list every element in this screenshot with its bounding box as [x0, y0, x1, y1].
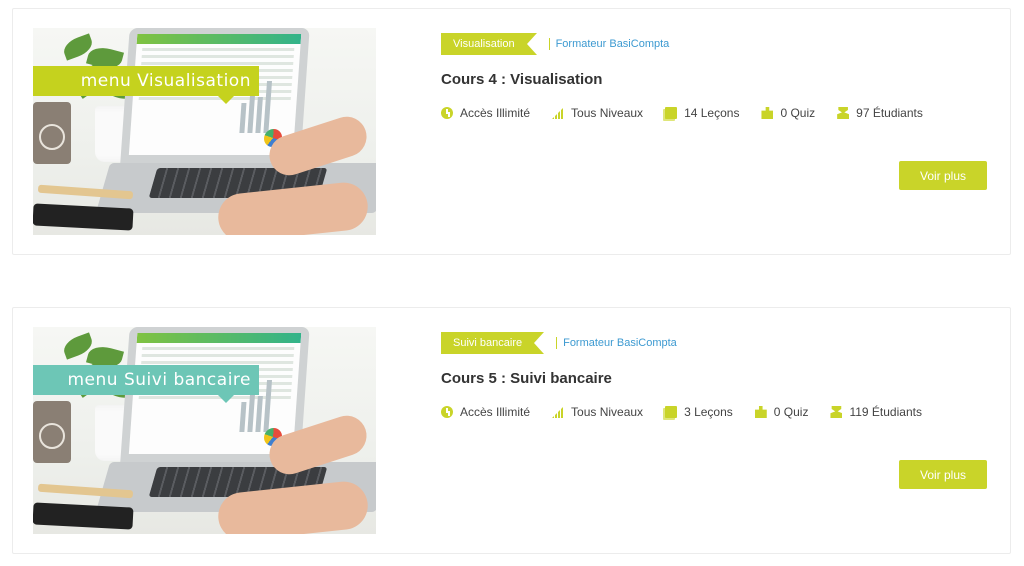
thumbnail-caption: menu Suivi bancaire [33, 365, 259, 403]
trainer-link[interactable]: Formateur BasiCompta [563, 337, 677, 349]
course-stats: Accès Illimité Tous Niveaux 3 Leçons 0 Q… [441, 405, 944, 419]
voir-plus-button[interactable]: Voir plus [899, 161, 987, 190]
trainer-link[interactable]: Formateur BasiCompta [556, 38, 670, 50]
puzzle-icon [761, 107, 774, 119]
voir-plus-button[interactable]: Voir plus [899, 460, 987, 489]
quiz-text: 0 Quiz [773, 405, 809, 419]
student-icon [837, 107, 850, 119]
puzzle-icon [754, 406, 767, 418]
stat-level: Tous Niveaux [552, 106, 643, 120]
course-card: menu Suivi bancaire Suivi bancaire Forma… [12, 307, 1011, 554]
student-icon [830, 406, 843, 418]
separator [556, 337, 558, 349]
clock-icon [441, 107, 453, 119]
stat-quiz: 0 Quiz [761, 106, 815, 120]
stat-students: 97 Étudiants [837, 106, 923, 120]
clock-icon [441, 406, 453, 418]
level-text: Tous Niveaux [571, 106, 644, 120]
lessons-text: 3 Leçons [684, 405, 733, 419]
lessons-icon [665, 107, 678, 119]
stat-access: Accès Illimité [441, 106, 530, 120]
course-stats: Accès Illimité Tous Niveaux 14 Leçons 0 … [441, 106, 945, 120]
category-tag[interactable]: Suivi bancaire [441, 332, 545, 354]
course-meta: Suivi bancaire Formateur BasiCompta [441, 332, 677, 354]
stat-students: 119 Étudiants [830, 405, 922, 419]
students-text: 119 Étudiants [849, 405, 922, 419]
course-thumbnail[interactable]: menu Suivi bancaire [33, 327, 376, 534]
stat-lessons: 3 Leçons [665, 405, 733, 419]
quiz-text: 0 Quiz [780, 106, 816, 120]
stat-access: Accès Illimité [441, 405, 530, 419]
thumbnail-caption: menu Visualisation [33, 66, 259, 104]
category-tag[interactable]: Visualisation [441, 33, 537, 55]
stat-level: Tous Niveaux [552, 405, 643, 419]
course-thumbnail[interactable]: menu Visualisation [33, 28, 376, 235]
course-card: menu Visualisation Visualisation Formate… [12, 8, 1011, 255]
course-title[interactable]: Cours 5 : Suivi bancaire [441, 370, 612, 387]
stat-quiz: 0 Quiz [754, 405, 809, 419]
course-meta: Visualisation Formateur BasiCompta [441, 33, 669, 55]
course-list: menu Visualisation Visualisation Formate… [0, 0, 1024, 566]
separator [548, 38, 550, 50]
signal-bars-icon [552, 107, 565, 119]
access-text: Accès Illimité [460, 106, 531, 120]
students-text: 97 Étudiants [856, 106, 923, 120]
signal-bars-icon [552, 406, 565, 418]
access-text: Accès Illimité [460, 405, 531, 419]
lessons-icon [665, 406, 678, 418]
course-title[interactable]: Cours 4 : Visualisation [441, 71, 602, 88]
lessons-text: 14 Leçons [684, 106, 740, 120]
level-text: Tous Niveaux [571, 405, 644, 419]
stat-lessons: 14 Leçons [665, 106, 739, 120]
